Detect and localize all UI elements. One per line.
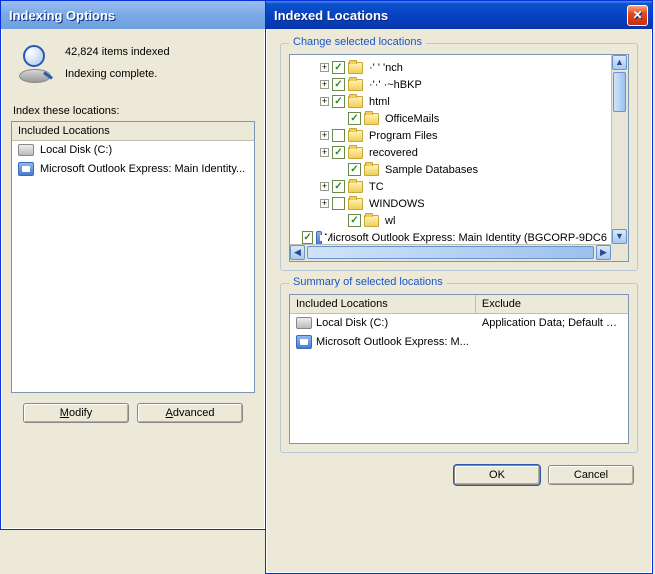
magnifier-icon <box>15 43 55 83</box>
folder-icon <box>348 198 363 210</box>
indexed-locations-dialog: Indexed Locations ✕ Change selected loca… <box>265 0 653 574</box>
list-item-label: Microsoft Outlook Express: Main Identity… <box>38 163 247 175</box>
tree-node[interactable]: + WINDOWS <box>292 195 609 212</box>
expand-toggle-icon[interactable]: + <box>320 182 329 191</box>
tree-node[interactable]: + Program Files <box>292 127 609 144</box>
col-header-exclude[interactable]: Exclude <box>476 295 628 313</box>
locations-tree[interactable]: + ·' ' 'nch + ·'·' ·~hBKP + html OfficeMails + P… <box>289 54 629 262</box>
advanced-button[interactable]: Advanced <box>137 403 243 423</box>
folder-icon <box>364 164 379 176</box>
summary-row[interactable]: Microsoft Outlook Express: M... <box>290 332 628 352</box>
tree-node[interactable]: Microsoft Outlook Express: Main Identity… <box>292 229 609 244</box>
cancel-button[interactable]: Cancel <box>548 465 634 485</box>
expand-toggle-icon[interactable]: + <box>320 199 329 208</box>
folder-icon <box>348 79 363 91</box>
list-item-label: Local Disk (C:) <box>38 144 114 156</box>
checkbox[interactable] <box>332 78 345 91</box>
drive-icon <box>18 144 34 156</box>
vertical-scrollbar[interactable]: ▲ ▼ <box>611 55 628 244</box>
tree-node[interactable]: wl <box>292 212 609 229</box>
scroll-thumb[interactable] <box>613 72 626 112</box>
indexing-status-text: Indexing complete. <box>65 68 170 80</box>
expand-toggle-icon[interactable]: + <box>320 63 329 72</box>
tree-node[interactable]: OfficeMails <box>292 110 609 127</box>
close-icon[interactable]: ✕ <box>627 5 648 26</box>
tree-node-label: Program Files <box>367 130 439 142</box>
drive-icon <box>296 317 312 329</box>
horizontal-scrollbar[interactable]: ◀ ▶ <box>290 244 611 261</box>
tree-node-label: wl <box>383 215 397 227</box>
tree-node-label: Microsoft Outlook Express: Main Identity… <box>322 232 609 244</box>
tree-node-label: WINDOWS <box>367 198 427 210</box>
titlebar[interactable]: Indexing Options <box>1 1 265 29</box>
scroll-down-arrow-icon[interactable]: ▼ <box>612 229 627 244</box>
tree-node-label: ·' ' 'nch <box>367 62 405 74</box>
tree-node-label: ·'·' ·~hBKP <box>367 79 424 91</box>
titlebar[interactable]: Indexed Locations ✕ <box>266 1 652 29</box>
window-title: Indexing Options <box>9 8 261 23</box>
window-title: Indexed Locations <box>274 8 627 23</box>
checkbox[interactable] <box>348 163 361 176</box>
tree-node-label: html <box>367 96 392 108</box>
summary-included-label: Microsoft Outlook Express: M... <box>316 336 469 348</box>
tree-node[interactable]: Sample Databases <box>292 161 609 178</box>
list-item[interactable]: Microsoft Outlook Express: Main Identity… <box>12 159 254 179</box>
summary-group: Summary of selected locations Included L… <box>280 283 638 453</box>
checkbox[interactable] <box>348 112 361 125</box>
folder-icon <box>364 215 379 227</box>
expand-toggle-icon[interactable]: + <box>320 97 329 106</box>
expand-toggle-icon[interactable]: + <box>320 80 329 89</box>
list-header[interactable]: Included Locations <box>12 122 254 141</box>
modify-button[interactable]: Modify <box>23 403 129 423</box>
summary-exclude-label: Application Data; Default User;... <box>482 317 628 329</box>
included-locations-list[interactable]: Included Locations Local Disk (C:) Micros… <box>11 121 255 393</box>
items-indexed-text: 42,824 items indexed <box>65 46 170 58</box>
list-item[interactable]: Local Disk (C:) <box>12 141 254 159</box>
tree-node-label: OfficeMails <box>383 113 441 125</box>
tree-node[interactable]: + TC <box>292 178 609 195</box>
outlook-icon <box>316 231 322 245</box>
tree-node-label: TC <box>367 181 386 193</box>
tree-node-label: Sample Databases <box>383 164 480 176</box>
summary-included-label: Local Disk (C:) <box>316 317 388 329</box>
scroll-left-arrow-icon[interactable]: ◀ <box>290 245 305 260</box>
folder-icon <box>348 181 363 193</box>
summary-list[interactable]: Included Locations Exclude Local Disk (C… <box>289 294 629 444</box>
checkbox[interactable] <box>332 61 345 74</box>
checkbox[interactable] <box>302 231 312 244</box>
scroll-thumb[interactable] <box>307 246 594 259</box>
checkbox[interactable] <box>332 180 345 193</box>
outlook-icon <box>18 162 34 176</box>
expand-toggle-icon[interactable]: + <box>320 131 329 140</box>
checkbox[interactable] <box>332 129 345 142</box>
indexing-options-window: Indexing Options 42,824 items indexed In… <box>0 0 266 530</box>
index-locations-label: Index these locations: <box>13 105 255 117</box>
folder-icon <box>348 96 363 108</box>
summary-row[interactable]: Local Disk (C:) Application Data; Default… <box>290 314 628 332</box>
expand-toggle-icon[interactable]: + <box>320 148 329 157</box>
scroll-right-arrow-icon[interactable]: ▶ <box>596 245 611 260</box>
group-title: Change selected locations <box>289 36 426 48</box>
tree-node[interactable]: + ·'·' ·~hBKP <box>292 76 609 93</box>
tree-node-label: recovered <box>367 147 420 159</box>
checkbox[interactable] <box>348 214 361 227</box>
ok-button[interactable]: OK <box>454 465 540 485</box>
group-title: Summary of selected locations <box>289 276 447 288</box>
scroll-up-arrow-icon[interactable]: ▲ <box>612 55 627 70</box>
change-locations-group: Change selected locations +·' ' 'nch+·'·… <box>280 43 638 271</box>
tree-node[interactable]: + html <box>292 93 609 110</box>
folder-icon <box>348 62 363 74</box>
folder-icon <box>364 113 379 125</box>
checkbox[interactable] <box>332 95 345 108</box>
folder-icon <box>348 147 363 159</box>
checkbox[interactable] <box>332 197 345 210</box>
checkbox[interactable] <box>332 146 345 159</box>
folder-icon <box>348 130 363 142</box>
tree-node[interactable]: + recovered <box>292 144 609 161</box>
tree-node[interactable]: + ·' ' 'nch <box>292 59 609 76</box>
col-header-included[interactable]: Included Locations <box>290 295 476 313</box>
outlook-icon <box>296 335 312 349</box>
